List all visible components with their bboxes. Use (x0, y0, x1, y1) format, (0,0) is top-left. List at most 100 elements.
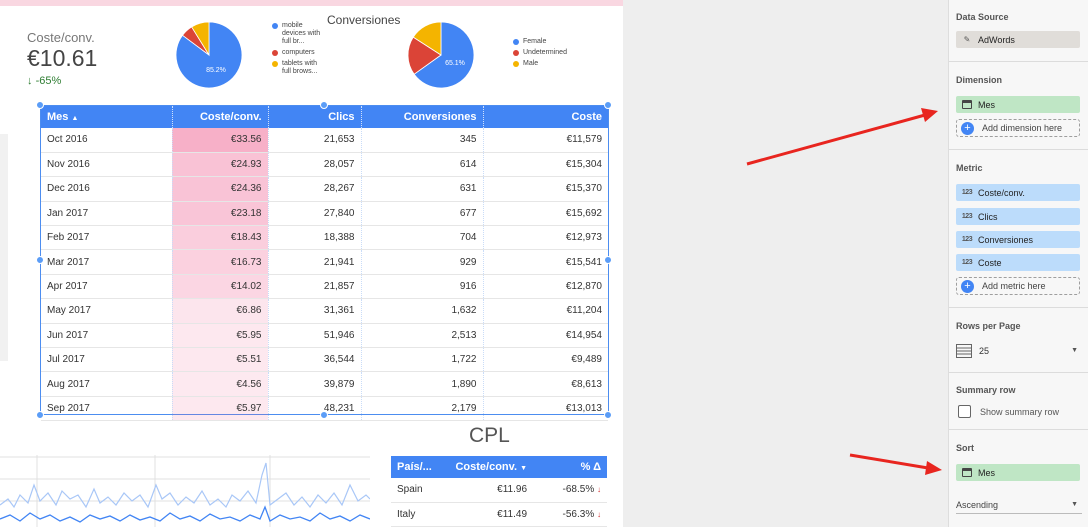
add-metric-button[interactable]: + Add metric here (956, 277, 1080, 295)
dimension-chip-mes[interactable]: Mes (956, 96, 1080, 113)
annotation-arrow-sort (849, 453, 929, 470)
device-pie-legend: mobile devices with full br... computers… (272, 22, 327, 79)
cell-coste-conv: €24.93 (172, 152, 269, 178)
resize-handle-n[interactable] (320, 101, 328, 109)
section-title: Dimension (956, 75, 1003, 85)
resize-handle-ne[interactable] (604, 101, 612, 109)
col-header-coste-conv[interactable]: Coste/conv. (172, 106, 269, 128)
table-header-row: País/... Coste/conv. ▼ % Δ (391, 456, 607, 478)
resize-handle-s[interactable] (320, 411, 328, 419)
legend-item: Female (513, 38, 583, 46)
cell-clics: 31,361 (268, 298, 362, 324)
resize-handle-w[interactable] (36, 256, 44, 264)
properties-panel: Data Source ✎ AdWords Dimension Mes + Ad… (948, 0, 1089, 527)
legend-item: mobile devices with full br... (272, 22, 327, 46)
chevron-down-icon: ▼ (1071, 501, 1078, 508)
time-series-chart (0, 455, 370, 527)
cell-coste: €15,692 (483, 201, 608, 227)
scorecard-value: €10.61 (27, 45, 98, 71)
legend-item: Undetermined (513, 49, 583, 57)
cell-coste-conv: €16.73 (172, 249, 269, 275)
col-header-conversiones[interactable]: Conversiones (361, 106, 484, 128)
col-header-pct-delta[interactable]: % Δ (533, 456, 607, 478)
device-pie-chart[interactable]: 85.2% (175, 21, 243, 89)
summary-row-toggle[interactable]: Show summary row (958, 405, 1059, 418)
number-type-icon: 123 (961, 213, 973, 220)
cell-mes: Oct 2016 (41, 128, 173, 153)
col-header-mes[interactable]: Mes ▲ (41, 106, 173, 128)
table-row: Apr 2017 €14.02 21,857 916 €12,870 (41, 274, 608, 300)
report-canvas: Coste/conv. €10.61 ↓ -65% 85.2% mobile d… (0, 0, 623, 527)
cell-conversiones: 704 (361, 225, 484, 251)
scorecard-delta: ↓ -65% (27, 75, 61, 87)
calendar-icon (956, 464, 978, 481)
cell-coste-conv: €33.56 (172, 128, 269, 153)
table-row: Jan 2017 €23.18 27,840 677 €15,692 (41, 201, 608, 227)
main-table: Mes ▲ Coste/conv. Clics Conversiones Cos… (41, 106, 608, 422)
cell-clics: 27,840 (268, 201, 362, 227)
gender-pie-legend: Female Undetermined Male (513, 38, 583, 71)
annotation-arrow-dimension (746, 113, 926, 166)
gender-pie-chart[interactable]: 65.1% (407, 21, 475, 89)
cell-mes: Apr 2017 (41, 274, 173, 300)
metric-chip[interactable]: 123 Clics (956, 208, 1080, 225)
cell-coste-conv: €14.02 (172, 274, 269, 300)
pencil-icon: ✎ (963, 35, 971, 44)
table-row: Oct 2016 €33.56 21,653 345 €11,579 (41, 128, 608, 153)
cell-mes: May 2017 (41, 298, 173, 324)
col-header-pais[interactable]: País/... (391, 456, 443, 478)
cell-coste: €9,489 (483, 347, 608, 373)
calendar-icon (956, 96, 978, 113)
col-header-coste-conv[interactable]: Coste/conv. ▼ (443, 456, 533, 478)
resize-handle-sw[interactable] (36, 411, 44, 419)
table-rows-icon (956, 344, 972, 358)
legend-item: computers (272, 49, 327, 57)
col-header-coste[interactable]: Coste (483, 106, 608, 128)
resize-handle-e[interactable] (604, 256, 612, 264)
sort-order-select[interactable]: Ascending ▼ (956, 496, 1082, 514)
dimension-label: Mes (978, 99, 996, 110)
resize-handle-se[interactable] (604, 411, 612, 419)
section-data-source: Data Source ✎ AdWords (949, 0, 1089, 62)
sort-field-label: Mes (978, 467, 996, 478)
table-row: Italy €11.49 -56.3% ↓ (391, 502, 607, 527)
metric-chip[interactable]: 123 Coste (956, 254, 1080, 271)
header-band (0, 0, 623, 6)
legend-label: Female (523, 38, 547, 45)
section-title: Metric (956, 163, 983, 173)
sort-field-chip[interactable]: Mes (956, 464, 1080, 481)
number-type-icon: 123 (961, 189, 973, 196)
col-header-clics[interactable]: Clics (268, 106, 362, 128)
summary-row-checkbox[interactable] (958, 405, 971, 418)
sort-desc-icon: ▼ (520, 465, 527, 472)
data-source-chip[interactable]: ✎ AdWords (956, 31, 1080, 48)
metric-chip[interactable]: 123 Coste/conv. (956, 184, 1080, 201)
series-line-light (0, 462, 370, 509)
section-title: Rows per Page (956, 321, 1021, 331)
annotation-arrows (746, 108, 942, 475)
pct-delta-value: -56.3% (562, 508, 595, 520)
cell-coste-conv: €4.56 (172, 371, 269, 397)
cpl-table[interactable]: País/... Coste/conv. ▼ % Δ Spain €11.96 … (391, 456, 607, 527)
section-metric: Metric 123 Coste/conv. 123 Clics 123 Conver… (949, 150, 1089, 308)
plus-icon: + (961, 279, 974, 293)
table-row: May 2017 €6.86 31,361 1,632 €11,204 (41, 298, 608, 324)
cell-coste-conv: €24.36 (172, 176, 269, 202)
down-arrow-icon: ↓ (27, 75, 33, 87)
table-row: Spain €11.96 -68.5% ↓ (391, 478, 607, 503)
legend-item: Male (513, 60, 583, 68)
chart-gridlines (0, 455, 370, 527)
main-table-selection[interactable]: Mes ▲ Coste/conv. Clics Conversiones Cos… (40, 105, 609, 422)
resize-handle-nw[interactable] (36, 101, 44, 109)
cell-coste: €11,579 (483, 128, 608, 153)
sort-order-value: Ascending (956, 499, 999, 510)
cell-coste-conv: €6.86 (172, 298, 269, 324)
cell-clics: 21,653 (268, 128, 362, 153)
cell-coste: €8,613 (483, 371, 608, 397)
legend-label: computers (282, 49, 315, 56)
cell-coste: €14,954 (483, 323, 608, 349)
add-dimension-button[interactable]: + Add dimension here (956, 119, 1080, 137)
pct-delta-value: -68.5% (562, 484, 595, 496)
rows-per-page-select[interactable]: 25 ▼ (956, 343, 1082, 359)
metric-chip[interactable]: 123 Conversiones (956, 231, 1080, 248)
